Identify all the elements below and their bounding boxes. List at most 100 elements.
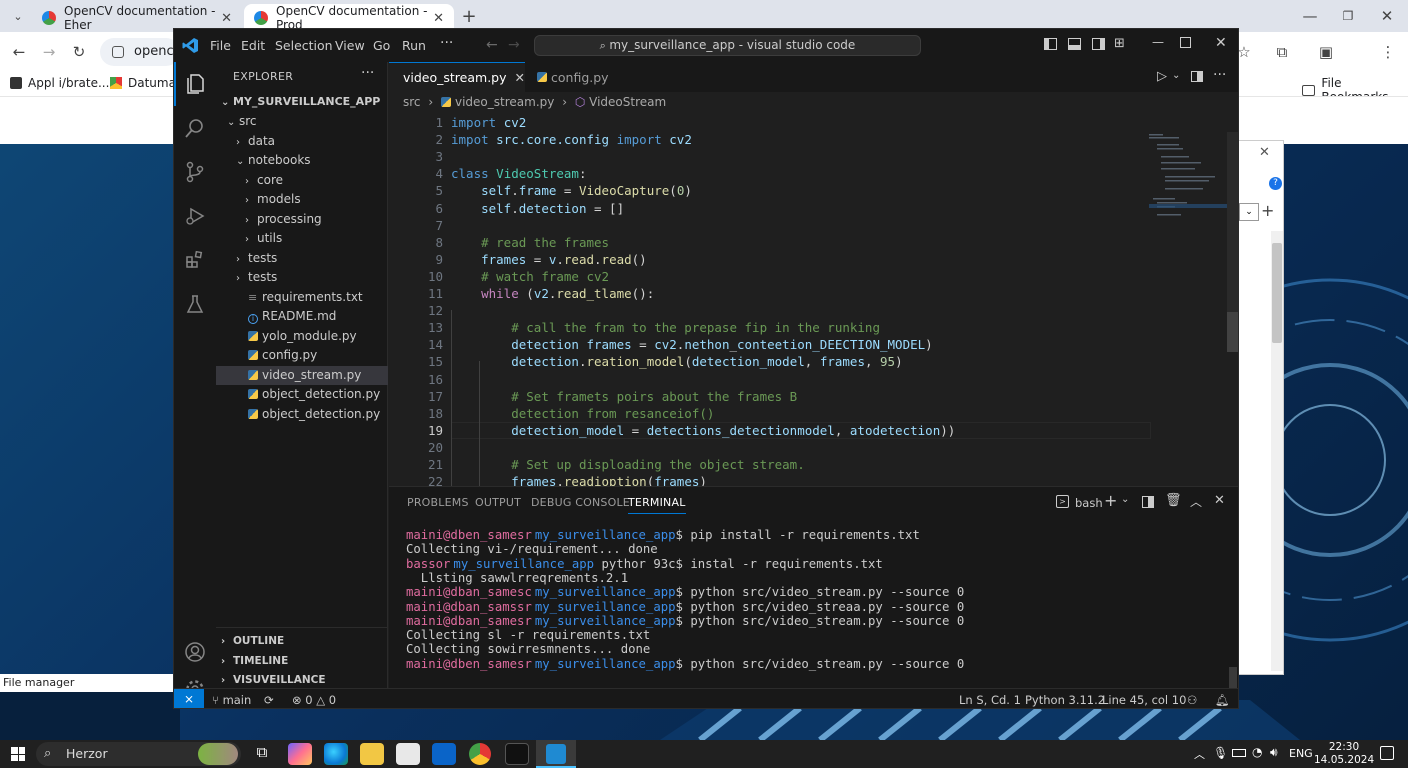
- tree-item[interactable]: › processing: [216, 210, 388, 230]
- battery-icon[interactable]: [1232, 749, 1246, 757]
- source-control-icon[interactable]: [174, 150, 216, 194]
- nav-back-icon[interactable]: ←: [486, 37, 498, 53]
- panel-tab-problems[interactable]: PROBLEMS: [407, 496, 469, 509]
- panel-tab-terminal[interactable]: TERMINAL: [628, 496, 686, 514]
- editor-scrollbar[interactable]: [1227, 132, 1238, 352]
- close-window-icon[interactable]: ✕: [1373, 2, 1401, 30]
- notifications-bell-icon[interactable]: 🔔︎: [1215, 693, 1230, 707]
- cursor-position[interactable]: Ln S, Cd. 1: [959, 693, 1021, 707]
- remote-indicator-icon[interactable]: ⨯: [174, 689, 204, 708]
- toggle-sidebar-icon[interactable]: [1044, 38, 1057, 50]
- toggle-panel-icon[interactable]: [1068, 38, 1081, 50]
- edge-app-icon[interactable]: [324, 743, 348, 765]
- terminal-shell-label[interactable]: bash: [1075, 496, 1103, 510]
- close-panel-icon[interactable]: ✕: [1214, 493, 1225, 508]
- menu-item-selection[interactable]: Selection: [275, 38, 333, 53]
- minimize-icon[interactable]: —: [1296, 2, 1324, 30]
- extensions-icon[interactable]: ⧉: [1268, 38, 1296, 66]
- run-icon[interactable]: ▷: [1157, 69, 1167, 84]
- tree-item[interactable]: object_detection.py: [216, 385, 388, 405]
- tree-item[interactable]: config.py: [216, 346, 388, 366]
- chevron-down-icon[interactable]: ⌄: [1121, 494, 1129, 505]
- dialog-close-icon[interactable]: ✕: [1259, 145, 1270, 160]
- notification-center-icon[interactable]: [1380, 746, 1394, 760]
- project-root[interactable]: ⌄ MY_SURVEILLANCE_APP: [216, 92, 388, 112]
- testing-icon[interactable]: [174, 282, 216, 326]
- dialog-scrollbar[interactable]: [1271, 231, 1283, 671]
- tree-item[interactable]: ⌄ notebooks: [216, 151, 388, 171]
- windows-start-icon[interactable]: [11, 747, 25, 761]
- tree-item[interactable]: › tests: [216, 249, 388, 269]
- tree-item[interactable]: video_stream.py: [216, 365, 388, 385]
- task-view-icon[interactable]: ⧉: [250, 743, 274, 765]
- extensions-icon[interactable]: [174, 238, 216, 282]
- add-icon[interactable]: +: [1261, 201, 1274, 220]
- wifi-icon[interactable]: ◔: [1252, 745, 1262, 759]
- tree-item[interactable]: › data: [216, 132, 388, 152]
- dropdown-icon[interactable]: ⌄: [1239, 203, 1259, 221]
- tree-item[interactable]: ≡ requirements.txt: [216, 288, 388, 308]
- breadcrumb-symbol[interactable]: VideoStream: [589, 95, 666, 109]
- tree-item[interactable]: › core: [216, 171, 388, 191]
- customize-layout-icon[interactable]: ⊞: [1114, 36, 1125, 51]
- chrome-app-icon[interactable]: [469, 743, 491, 765]
- menu-item-view[interactable]: View: [335, 38, 365, 53]
- new-terminal-icon[interactable]: +: [1104, 491, 1117, 510]
- file-explorer-app-icon[interactable]: [360, 743, 384, 765]
- search-icon[interactable]: [174, 106, 216, 150]
- reload-icon[interactable]: ↻: [65, 38, 93, 66]
- menu-item-edit[interactable]: Edit: [241, 38, 265, 53]
- clock[interactable]: 22:30 14.05.2024: [1314, 740, 1374, 768]
- close-icon[interactable]: ✕: [515, 70, 525, 85]
- command-center[interactable]: ⌕ my_surveillance_app - visual studio co…: [534, 35, 921, 56]
- tree-item[interactable]: › models: [216, 190, 388, 210]
- chevron-up-icon[interactable]: ︿: [1190, 493, 1202, 510]
- side-panel-icon[interactable]: ▣: [1312, 38, 1340, 66]
- more-menu-icon[interactable]: ···: [440, 35, 453, 51]
- new-tab-icon[interactable]: +: [455, 2, 483, 30]
- more-actions-icon[interactable]: ···: [1213, 67, 1226, 83]
- microphone-icon[interactable]: 🎙︎: [1213, 746, 1228, 760]
- tab-video-stream[interactable]: video_stream.py ✕: [389, 62, 525, 92]
- close-icon[interactable]: ✕: [433, 11, 444, 26]
- language-mode[interactable]: Python 3.11.2: [1025, 693, 1105, 707]
- toggle-secondary-sidebar-icon[interactable]: [1092, 38, 1105, 50]
- explorer-icon[interactable]: [174, 62, 216, 106]
- branch-indicator[interactable]: ⑂ main: [212, 693, 251, 707]
- tab-search-icon[interactable]: ⌄: [4, 2, 32, 30]
- copilot-icon[interactable]: ⚇: [1187, 693, 1197, 707]
- bookmark-item[interactable]: Appl i/brate...: [10, 76, 109, 90]
- tree-item[interactable]: object_detection.py: [216, 405, 388, 425]
- run-debug-icon[interactable]: [174, 194, 216, 238]
- section-outline[interactable]: › OUTLINE: [216, 632, 388, 652]
- nav-forward-icon[interactable]: →: [508, 37, 520, 53]
- accounts-icon[interactable]: [174, 630, 216, 674]
- restore-icon[interactable]: ❐: [1334, 2, 1362, 30]
- split-editor-icon[interactable]: [1191, 71, 1203, 82]
- menu-item-file[interactable]: File: [210, 38, 231, 53]
- close-icon[interactable]: ✕: [1215, 35, 1227, 51]
- panel-tab-debug-console[interactable]: DEBUG CONSOLE: [531, 496, 630, 509]
- terminal-scrollbar[interactable]: [1229, 667, 1237, 689]
- tree-item[interactable]: ⌄ src: [216, 112, 388, 132]
- sync-icon[interactable]: ⟳: [264, 693, 274, 707]
- chevron-down-icon[interactable]: ⌄: [1172, 70, 1180, 81]
- trash-icon[interactable]: 🗑: [1165, 493, 1182, 508]
- menu-item-run[interactable]: Run: [402, 38, 426, 53]
- breadcrumb-folder[interactable]: src: [403, 95, 421, 109]
- line-col-indicator[interactable]: Line 45, col 10: [1102, 693, 1186, 707]
- chevron-up-icon[interactable]: ︿: [1194, 746, 1205, 762]
- site-settings-icon[interactable]: [112, 46, 124, 58]
- problems-indicator[interactable]: ⊗ 0 △ 0: [292, 693, 336, 707]
- menu-item-go[interactable]: Go: [373, 38, 390, 53]
- store-app-icon[interactable]: [396, 743, 420, 765]
- split-terminal-icon[interactable]: [1142, 496, 1154, 508]
- forward-icon[interactable]: →: [35, 38, 63, 66]
- language-indicator[interactable]: ENG: [1289, 747, 1313, 760]
- tree-item[interactable]: yolo_module.py: [216, 327, 388, 347]
- section-timeline[interactable]: › TIMELINE: [216, 652, 388, 672]
- minimize-icon[interactable]: —: [1152, 35, 1164, 49]
- terminal-app-icon[interactable]: [505, 743, 529, 765]
- panel-tab-output[interactable]: OUTPUT: [475, 496, 521, 509]
- help-icon[interactable]: ?: [1269, 177, 1282, 190]
